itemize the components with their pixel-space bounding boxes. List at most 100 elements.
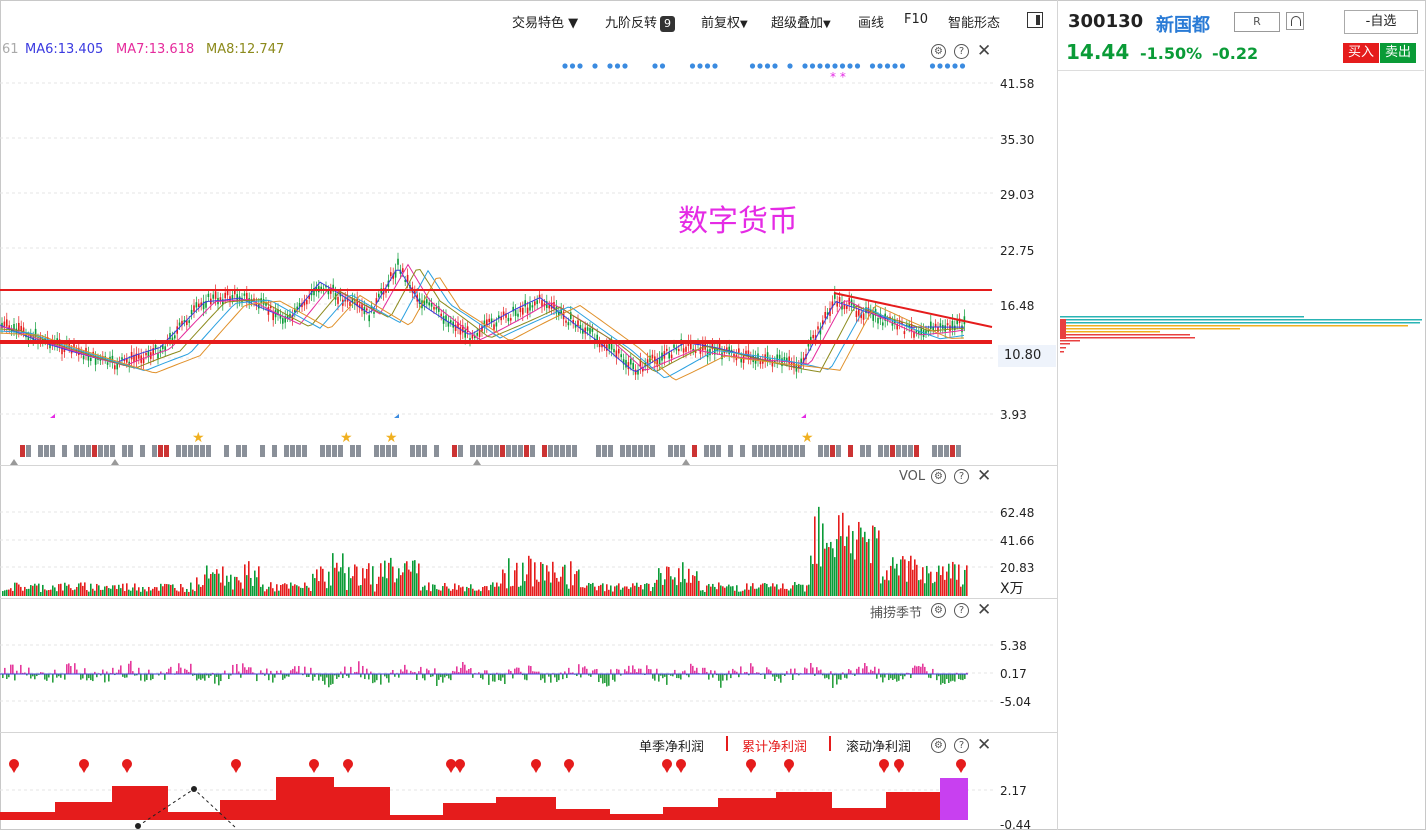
volume-bar <box>880 583 882 596</box>
candle-body <box>930 322 932 329</box>
season-bar <box>294 666 296 674</box>
signal-dot <box>802 63 807 68</box>
signal-dot <box>832 63 837 68</box>
season-bar <box>470 668 472 674</box>
season-bar <box>584 666 586 674</box>
volume-bar <box>676 585 678 596</box>
volume-bar <box>116 589 118 596</box>
season-bar <box>90 674 92 680</box>
candle-body <box>479 330 481 337</box>
volume-bar <box>354 564 356 596</box>
event-tag <box>830 445 835 457</box>
season-bar <box>208 674 210 678</box>
season-bar <box>2 674 4 678</box>
event-tag <box>704 445 709 457</box>
event-tag <box>416 445 421 457</box>
volume-bar <box>150 590 152 596</box>
season-bar <box>696 668 698 674</box>
volume-bar <box>750 586 752 596</box>
report-pin-icon <box>310 766 318 773</box>
volume-bar <box>312 574 314 596</box>
volume-bar <box>716 589 718 596</box>
depth-bar <box>1060 316 1304 318</box>
event-tag <box>506 445 511 457</box>
volume-bar <box>6 590 8 596</box>
season-bar <box>952 674 954 681</box>
volume-bar <box>718 582 720 596</box>
volume-bar <box>294 584 296 596</box>
report-pin-icon <box>895 766 903 773</box>
volume-bar <box>424 586 426 596</box>
volume-bar <box>510 586 512 596</box>
event-tag <box>758 445 763 457</box>
candle-body <box>440 314 442 316</box>
volume-bar <box>374 592 376 596</box>
event-tag <box>206 445 211 457</box>
volume-bar <box>148 587 150 596</box>
candle-body <box>767 352 769 359</box>
volume-bar <box>582 587 584 596</box>
event-tag <box>350 445 355 457</box>
candle-body <box>812 335 814 338</box>
candle-body <box>788 356 790 363</box>
volume-bar <box>778 589 780 596</box>
season-bar <box>920 667 922 674</box>
event-tag <box>776 445 781 457</box>
candle-body <box>4 322 6 327</box>
volume-bar <box>954 564 956 596</box>
profit-bar <box>556 809 610 820</box>
season-bar <box>780 674 782 683</box>
volume-bar <box>2 591 4 596</box>
volume-bar <box>530 559 532 596</box>
chart-canvas[interactable]: * *★★★★ <box>0 0 1426 830</box>
volume-bar <box>848 525 850 596</box>
candle-body <box>630 359 632 365</box>
candle-body <box>83 356 85 360</box>
event-tag <box>272 445 277 457</box>
season-bar <box>498 674 500 680</box>
season-bar <box>108 674 110 681</box>
signal-mark: * * <box>830 70 846 84</box>
event-tag <box>620 445 625 457</box>
season-bar <box>608 674 610 686</box>
volume-bar <box>702 590 704 596</box>
season-bar <box>274 674 276 678</box>
volume-bar <box>244 564 246 596</box>
volume-bar <box>118 585 120 596</box>
season-bar <box>170 667 172 674</box>
event-tag <box>794 445 799 457</box>
season-bar <box>400 669 402 674</box>
volume-bar <box>900 559 902 596</box>
season-bar <box>914 666 916 674</box>
season-bar <box>612 674 614 680</box>
volume-bar <box>836 539 838 596</box>
volume-bar <box>72 590 74 596</box>
volume-bar <box>232 590 234 596</box>
event-tag <box>62 445 67 457</box>
volume-bar <box>696 571 698 596</box>
season-bar <box>550 674 552 683</box>
season-bar <box>850 670 852 674</box>
signal-dot <box>705 63 710 68</box>
volume-bar <box>430 591 432 596</box>
volume-bar <box>620 590 622 596</box>
volume-bar <box>398 568 400 596</box>
volume-bar <box>782 583 784 596</box>
volume-bar <box>140 592 142 596</box>
volume-bar <box>332 553 334 596</box>
event-tag <box>338 445 343 457</box>
event-tag <box>260 445 265 457</box>
season-bar <box>366 669 368 674</box>
signal-dot <box>885 63 890 68</box>
season-bar <box>794 669 796 674</box>
volume-bar <box>160 584 162 596</box>
depth-bar <box>1060 343 1070 345</box>
candle-body <box>846 306 848 309</box>
signal-dot <box>855 63 860 68</box>
event-tag <box>140 445 145 457</box>
volume-bar <box>500 584 502 596</box>
volume-bar <box>94 591 96 596</box>
volume-bar <box>190 583 192 596</box>
volume-bar <box>38 584 40 596</box>
candle-body <box>536 300 538 304</box>
